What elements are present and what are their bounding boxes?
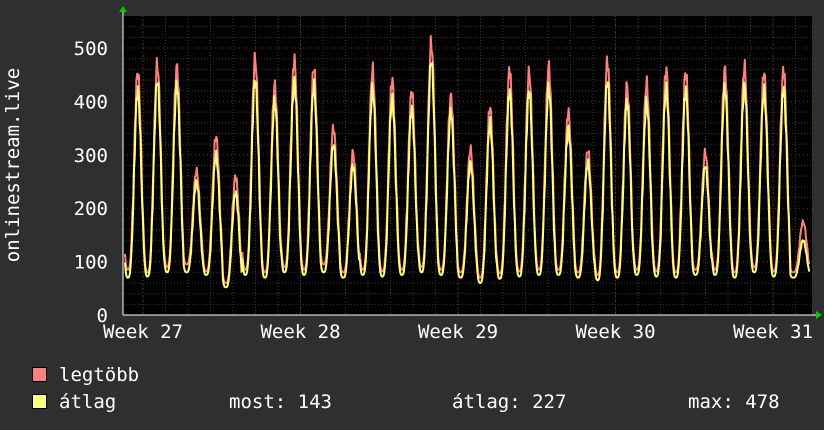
x-tick-label: Week 31: [733, 321, 813, 343]
y-tick-label: 400: [74, 91, 108, 113]
legend-swatch-avg: [32, 394, 47, 409]
y-tick-label: 500: [74, 38, 108, 60]
x-tick-label: Week 28: [260, 321, 340, 343]
y-axis-arrow-icon: [119, 6, 127, 12]
y-tick-label: 100: [74, 252, 108, 274]
stat-avg: átlag: 227: [452, 391, 567, 413]
x-axis-arrow-icon: [816, 311, 822, 319]
stat-max: max: 478: [688, 391, 780, 413]
legend-item-max: legtöbb: [32, 364, 139, 386]
legend-label-max: legtöbb: [59, 364, 140, 386]
stat-now: most: 143: [229, 391, 332, 413]
legend-swatch-max: [32, 367, 47, 382]
x-tick-label: Week 29: [418, 321, 498, 343]
x-tick-label: Week 30: [575, 321, 655, 343]
legend-label-avg: átlag: [59, 391, 117, 413]
legend-item-avg: átlag: [32, 391, 116, 413]
chart: 0100200300400500Week 27 Week 28 Week 29 Wee…: [2, 6, 822, 343]
y-axis-label: onlinestream.live: [2, 68, 24, 262]
x-tick-label: Week 27: [103, 321, 183, 343]
y-tick-label: 200: [74, 198, 108, 220]
y-tick-label: 300: [74, 145, 108, 167]
